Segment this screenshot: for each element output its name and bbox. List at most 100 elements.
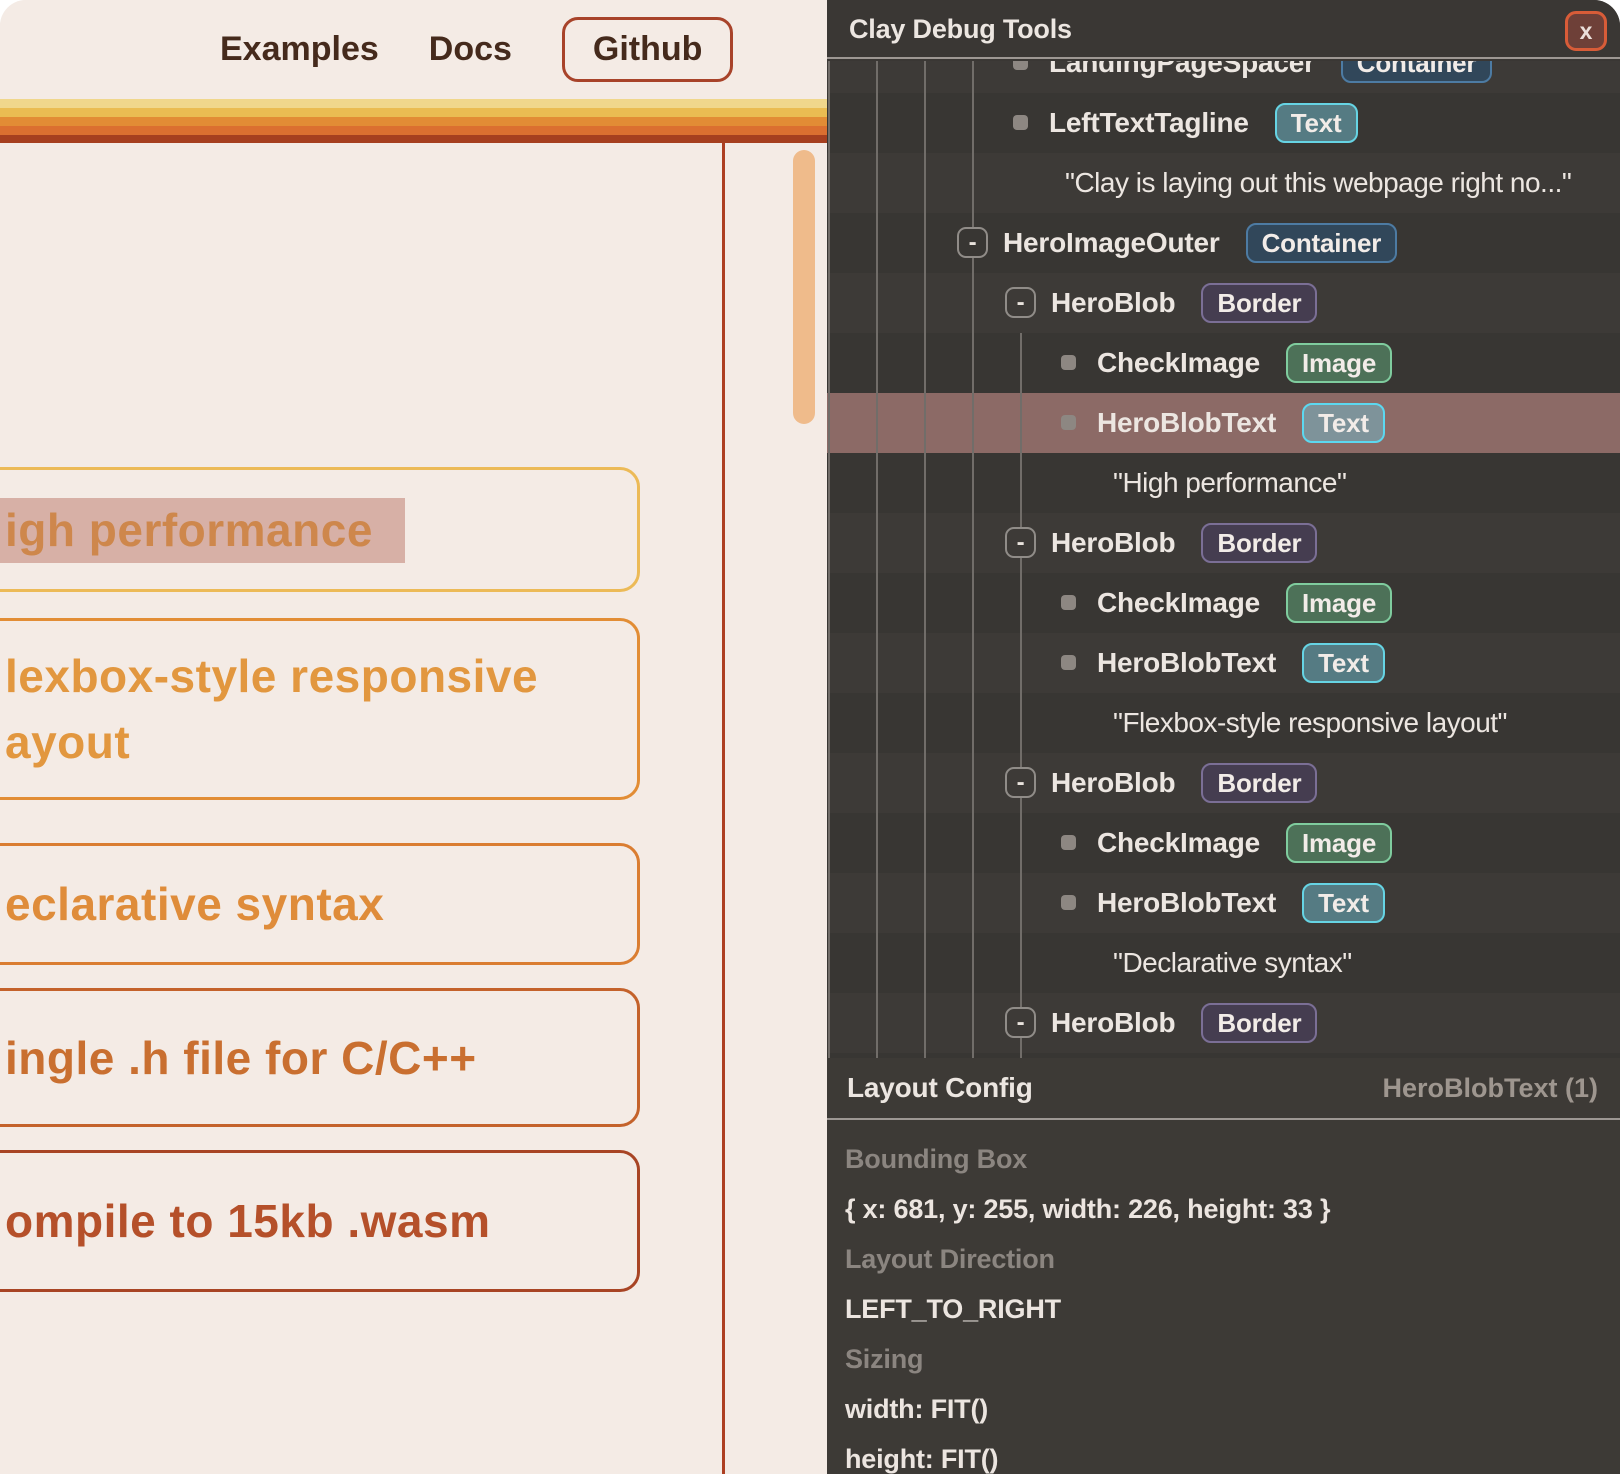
element-tree: LandingPageSpacer Container LeftTextTaglin… bbox=[827, 61, 1620, 1058]
element-type-badge: Image bbox=[1286, 823, 1392, 863]
element-type-badge: Border bbox=[1201, 763, 1317, 803]
config-property-label: Bounding Box bbox=[845, 1134, 1620, 1184]
tree-string-value: "High performance" bbox=[1113, 467, 1346, 499]
feature-card-text: ompile to 15kb .wasm bbox=[5, 1188, 637, 1254]
nav-docs-link[interactable]: Docs bbox=[429, 30, 512, 69]
leaf-bullet-icon bbox=[1061, 595, 1076, 610]
tree-node-label: LandingPageSpacer bbox=[1049, 61, 1315, 79]
leaf-bullet-icon bbox=[1013, 61, 1028, 70]
collapse-toggle-icon[interactable]: - bbox=[1005, 527, 1036, 558]
element-type-badge: Text bbox=[1302, 883, 1385, 923]
tree-node-LandingPageSpacer[interactable]: LandingPageSpacer Container bbox=[827, 61, 1620, 93]
tree-node-label: HeroImageOuter bbox=[1003, 227, 1220, 259]
element-type-badge: Container bbox=[1246, 223, 1398, 263]
tree-node-label: HeroBlob bbox=[1051, 527, 1175, 559]
feature-card-text: lexbox-style responsive bbox=[5, 643, 637, 709]
tree-node-CheckImage[interactable]: CheckImage Image bbox=[827, 573, 1620, 633]
tree-node-HeroBlob[interactable]: -HeroBlob Border bbox=[827, 993, 1620, 1053]
top-nav: Examples Docs Github bbox=[0, 0, 827, 99]
close-icon[interactable]: x bbox=[1565, 11, 1607, 51]
tree-node-label: HeroBlob bbox=[1051, 1007, 1175, 1039]
tree-node-HeroBlob[interactable]: -HeroBlob Border bbox=[827, 753, 1620, 813]
stripe bbox=[0, 135, 827, 143]
collapse-toggle-icon[interactable]: - bbox=[1005, 767, 1036, 798]
decorative-stripes bbox=[0, 99, 827, 143]
tree-node-HeroBlobText[interactable]: HeroBlobText Text bbox=[827, 393, 1620, 453]
leaf-bullet-icon bbox=[1061, 835, 1076, 850]
clay-debug-panel: Clay Debug Tools x LandingPageSpacer Cont… bbox=[827, 0, 1620, 1474]
tree-string-row: "High performance" bbox=[827, 453, 1620, 513]
page-scrollbar[interactable] bbox=[793, 150, 815, 424]
tree-string-row: "Declarative syntax" bbox=[827, 933, 1620, 993]
element-type-badge: Image bbox=[1286, 583, 1392, 623]
leaf-bullet-icon bbox=[1061, 655, 1076, 670]
feature-card-text: ayout bbox=[5, 709, 637, 775]
tree-node-HeroBlob[interactable]: -HeroBlob Border bbox=[827, 273, 1620, 333]
tree-node-CheckImage[interactable]: CheckImage Image bbox=[827, 333, 1620, 393]
config-property-value: height: FIT() bbox=[845, 1434, 1620, 1474]
tree-node-label: HeroBlobText bbox=[1097, 407, 1276, 439]
nav-examples-link[interactable]: Examples bbox=[220, 30, 379, 69]
selected-element-ref: HeroBlobText (1) bbox=[1382, 1073, 1598, 1104]
tree-node-label: LeftTextTagline bbox=[1049, 107, 1249, 139]
feature-card-wasm: ompile to 15kb .wasm bbox=[0, 1150, 640, 1292]
tree-node-label: CheckImage bbox=[1097, 347, 1260, 379]
feature-card-flexbox: lexbox-style responsive ayout bbox=[0, 618, 640, 800]
tree-node-HeroBlob[interactable]: -HeroBlob Border bbox=[827, 513, 1620, 573]
tree-node-HeroImageOuter[interactable]: -HeroImageOuter Container bbox=[827, 213, 1620, 273]
debug-selection-highlight bbox=[0, 498, 405, 563]
config-property-label: Sizing bbox=[845, 1334, 1620, 1384]
tree-node-label: CheckImage bbox=[1097, 827, 1260, 859]
collapse-toggle-icon[interactable]: - bbox=[1005, 1007, 1036, 1038]
element-type-badge: Container bbox=[1341, 61, 1493, 83]
config-property-label: Layout Direction bbox=[845, 1234, 1620, 1284]
stripe bbox=[0, 108, 827, 117]
tree-string-row: "Clay is laying out this webpage right n… bbox=[827, 153, 1620, 213]
element-type-badge: Border bbox=[1201, 283, 1317, 323]
clay-webpage: Examples Docs Github igh performance lex… bbox=[0, 0, 827, 1474]
config-property-value: { x: 681, y: 255, width: 226, height: 33… bbox=[845, 1184, 1620, 1234]
tree-string-value: "Flexbox-style responsive layout" bbox=[1113, 707, 1507, 739]
leaf-bullet-icon bbox=[1061, 355, 1076, 370]
tree-node-label: HeroBlob bbox=[1051, 767, 1175, 799]
element-type-badge: Text bbox=[1275, 103, 1358, 143]
page-column-divider bbox=[722, 143, 725, 1474]
element-type-badge: Border bbox=[1201, 1003, 1317, 1043]
tree-node-LeftTextTagline[interactable]: LeftTextTagline Text bbox=[827, 93, 1620, 153]
collapse-toggle-icon[interactable]: - bbox=[957, 227, 988, 258]
layout-config-section: Layout Config HeroBlobText (1) Bounding … bbox=[827, 1058, 1620, 1474]
config-property-value: width: FIT() bbox=[845, 1384, 1620, 1434]
leaf-bullet-icon bbox=[1013, 115, 1028, 130]
tree-string-row: "Flexbox-style responsive layout" bbox=[827, 693, 1620, 753]
tree-string-value: "Declarative syntax" bbox=[1113, 947, 1352, 979]
stripe bbox=[0, 117, 827, 126]
tree-node-label: HeroBlobText bbox=[1097, 887, 1276, 919]
element-type-badge: Image bbox=[1286, 343, 1392, 383]
feature-card-text: ingle .h file for C/C++ bbox=[5, 1025, 637, 1091]
element-type-badge: Border bbox=[1201, 523, 1317, 563]
layout-config-body: Bounding Box{ x: 681, y: 255, width: 226… bbox=[827, 1120, 1620, 1474]
tree-node-CheckImage[interactable]: CheckImage Image bbox=[827, 813, 1620, 873]
stripe bbox=[0, 126, 827, 135]
layout-config-header: Layout Config HeroBlobText (1) bbox=[827, 1058, 1620, 1120]
element-type-badge: Text bbox=[1302, 403, 1385, 443]
leaf-bullet-icon bbox=[1061, 895, 1076, 910]
app-window: Examples Docs Github igh performance lex… bbox=[0, 0, 1620, 1474]
feature-card-text: eclarative syntax bbox=[5, 871, 637, 937]
collapse-toggle-icon[interactable]: - bbox=[1005, 287, 1036, 318]
debug-panel-header: Clay Debug Tools x bbox=[827, 0, 1620, 59]
tree-node-label: HeroBlobText bbox=[1097, 647, 1276, 679]
tree-node-HeroBlobText[interactable]: HeroBlobTextText bbox=[827, 633, 1620, 693]
tree-node-label: HeroBlob bbox=[1051, 287, 1175, 319]
leaf-bullet-icon bbox=[1061, 415, 1076, 430]
debug-panel-title: Clay Debug Tools bbox=[849, 0, 1072, 59]
stripe bbox=[0, 99, 827, 108]
tree-node-label: CheckImage bbox=[1097, 587, 1260, 619]
tree-node-HeroBlobText[interactable]: HeroBlobText Text bbox=[827, 873, 1620, 933]
feature-card-declarative: eclarative syntax bbox=[0, 843, 640, 965]
config-property-value: LEFT_TO_RIGHT bbox=[845, 1284, 1620, 1334]
layout-config-title: Layout Config bbox=[847, 1072, 1033, 1104]
tree-string-value: "Clay is laying out this webpage right n… bbox=[1065, 167, 1571, 199]
feature-card-single-header: ingle .h file for C/C++ bbox=[0, 988, 640, 1127]
github-button[interactable]: Github bbox=[562, 17, 734, 82]
